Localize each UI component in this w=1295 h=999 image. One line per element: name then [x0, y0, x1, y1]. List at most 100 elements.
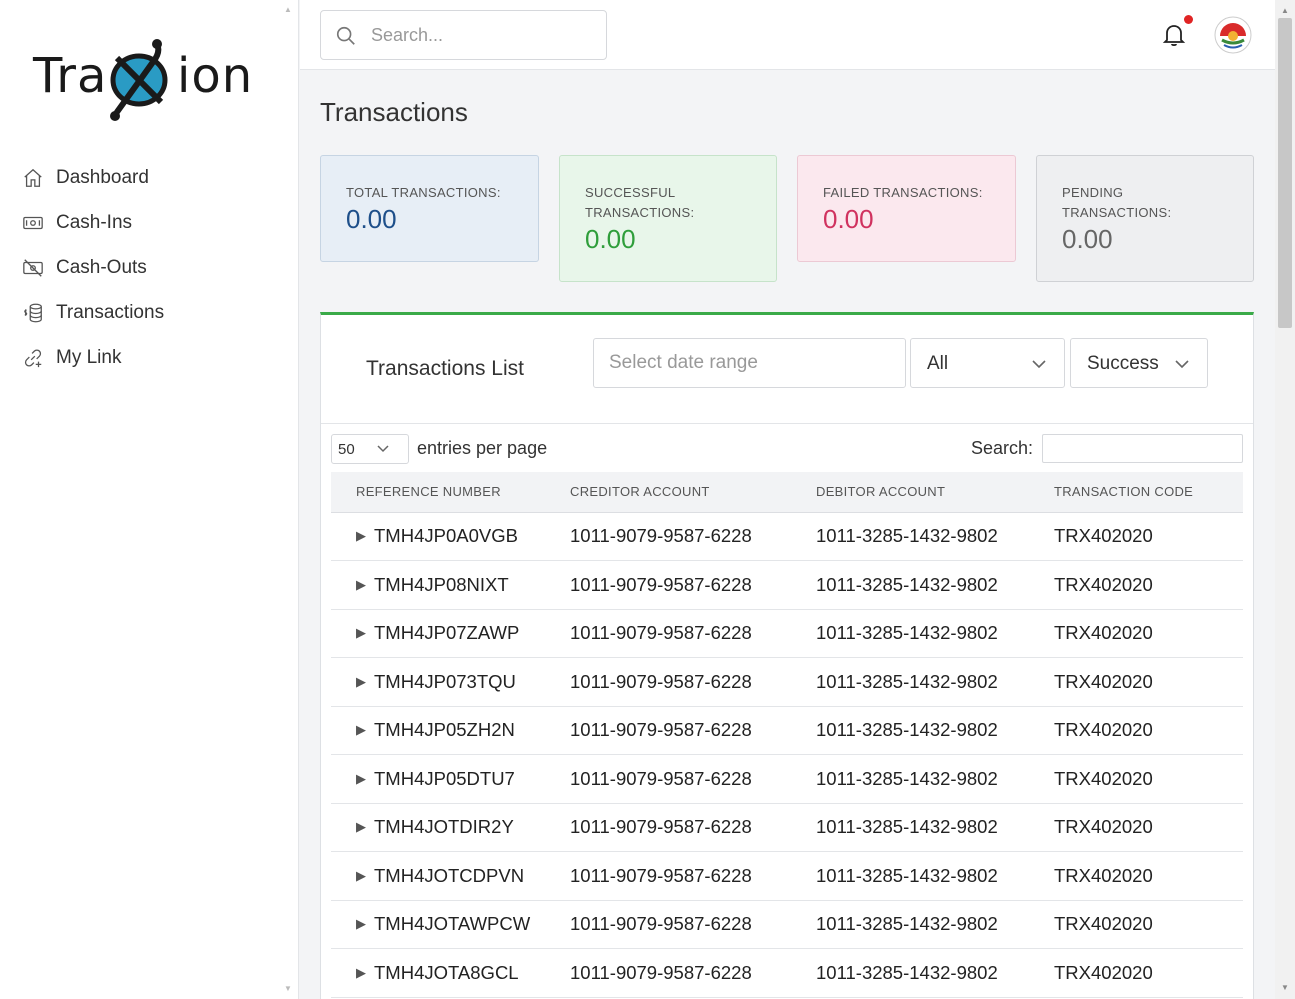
scroll-up-arrow[interactable]: ▲ — [1281, 6, 1289, 15]
table-cell-text: 1011-3285-1432-9802 — [816, 573, 998, 595]
status-filter-select[interactable]: Success — [1070, 338, 1208, 388]
stat-card-pending: PENDING TRANSACTIONS: 0.00 — [1036, 155, 1254, 282]
expand-row-icon[interactable]: ▶ — [356, 868, 366, 884]
table-cell: TRX402020 — [1054, 900, 1243, 949]
link-icon — [24, 348, 42, 367]
type-filter-value: All — [927, 353, 949, 374]
chevron-down-icon — [377, 445, 389, 453]
table-cell: 1011-9079-9587-6228 — [570, 851, 816, 901]
type-filter-select[interactable]: All — [910, 338, 1065, 388]
table-cell: TRX402020 — [1054, 754, 1243, 804]
stat-value: 0.00 — [585, 224, 636, 254]
column-header-creditor-account[interactable]: CREDITOR ACCOUNT — [570, 472, 816, 513]
table-cell-text: TRX402020 — [1054, 913, 1153, 935]
table-cell: 1011-9079-9587-6228 — [570, 706, 816, 755]
column-header-reference-number[interactable]: REFERENCE NUMBER — [331, 472, 570, 513]
table-row[interactable]: ▶ TMH4JP05ZH2N 1011-9079-9587-6228 1011-328… — [331, 706, 1243, 755]
sidebar-item-transactions[interactable]: Transactions — [0, 290, 299, 335]
expand-row-icon[interactable]: ▶ — [356, 819, 366, 835]
sidebar-scroll-down-arrow[interactable]: ▼ — [284, 984, 292, 993]
table-cell-text: TRX402020 — [1054, 767, 1153, 789]
page-scrollbar[interactable]: ▲ ▼ — [1275, 0, 1295, 999]
table-cell: ▶ TMH4JOTAWPCW — [331, 900, 570, 949]
table-header-row: REFERENCE NUMBER CREDITOR ACCOUNT DEBITO… — [331, 472, 1243, 513]
stat-label: FAILED TRANSACTIONS: — [823, 185, 983, 200]
stat-value: 0.00 — [823, 204, 874, 234]
table-cell-text: 1011-3285-1432-9802 — [816, 864, 998, 886]
bell-icon[interactable] — [1162, 22, 1186, 48]
expand-row-icon[interactable]: ▶ — [356, 674, 366, 690]
entries-value: 50 — [338, 441, 355, 458]
table-cell-text: TMH4JOTCDPVN — [374, 864, 525, 886]
column-header-debitor-account[interactable]: DEBITOR ACCOUNT — [816, 472, 1054, 513]
table-cell: ▶ TMH4JP05DTU7 — [331, 754, 570, 804]
page-title: Transactions — [320, 97, 468, 127]
table-cell-text: TRX402020 — [1054, 525, 1153, 547]
sidebar-item-cash-ins[interactable]: Cash-Ins — [0, 200, 299, 245]
table-cell: TRX402020 — [1054, 948, 1243, 998]
date-range-input[interactable] — [593, 338, 906, 388]
table-row[interactable]: ▶ TMH4JOTDIR2Y 1011-9079-9587-6228 1011-328… — [331, 803, 1243, 852]
cash-off-icon — [23, 258, 43, 277]
table-cell: 1011-3285-1432-9802 — [816, 754, 1054, 804]
table-row[interactable]: ▶ TMH4JP05DTU7 1011-9079-9587-6228 1011-328… — [331, 754, 1243, 804]
sidebar-item-cash-outs[interactable]: Cash-Outs — [0, 245, 299, 290]
logo[interactable]: Tra ion — [33, 38, 253, 122]
table-cell: 1011-9079-9587-6228 — [570, 512, 816, 561]
sidebar-item-label: Cash-Outs — [56, 256, 147, 278]
table-row[interactable]: ▶ TMH4JOTCDPVN 1011-9079-9587-6228 1011-328… — [331, 851, 1243, 901]
global-search[interactable] — [320, 10, 607, 60]
table-cell-text: 1011-9079-9587-6228 — [570, 913, 752, 935]
table-search-input[interactable] — [1042, 434, 1243, 463]
table-cell: ▶ TMH4JP0A0VGB — [331, 512, 570, 561]
sidebar-nav: Dashboard Cash-Ins Cash-Outs Transaction… — [0, 155, 299, 380]
table-cell: ▶ TMH4JOTCDPVN — [331, 851, 570, 901]
expand-row-icon[interactable]: ▶ — [356, 625, 366, 641]
table-cell-text: 1011-3285-1432-9802 — [816, 525, 998, 547]
transactions-panel: Transactions List All Success 50 entries… — [320, 312, 1254, 999]
expand-row-icon[interactable]: ▶ — [356, 528, 366, 544]
table-cell-text: 1011-9079-9587-6228 — [570, 767, 752, 789]
sidebar-item-my-link[interactable]: My Link — [0, 335, 299, 380]
table-cell-text: TMH4JOTDIR2Y — [374, 816, 514, 838]
table-cell-text: 1011-3285-1432-9802 — [816, 719, 998, 741]
expand-row-icon[interactable]: ▶ — [356, 577, 366, 593]
scrollbar-thumb[interactable] — [1278, 18, 1292, 328]
table-cell-text: TRX402020 — [1054, 719, 1153, 741]
table-cell: TRX402020 — [1054, 560, 1243, 610]
panel-title: Transactions List — [366, 357, 524, 380]
expand-row-icon[interactable]: ▶ — [356, 722, 366, 738]
table-cell-text: 1011-3285-1432-9802 — [816, 816, 998, 838]
table-cell: TRX402020 — [1054, 851, 1243, 901]
chevron-down-icon — [1175, 360, 1189, 369]
table-cell: 1011-9079-9587-6228 — [570, 948, 816, 998]
table-row[interactable]: ▶ TMH4JP07ZAWP 1011-9079-9587-6228 1011-328… — [331, 609, 1243, 658]
table-row[interactable]: ▶ TMH4JP073TQU 1011-9079-9587-6228 1011-328… — [331, 657, 1243, 707]
table-cell: 1011-9079-9587-6228 — [570, 803, 816, 852]
search-input[interactable] — [371, 21, 591, 49]
scroll-down-arrow[interactable]: ▼ — [1281, 983, 1289, 992]
expand-row-icon[interactable]: ▶ — [356, 771, 366, 787]
expand-row-icon[interactable]: ▶ — [356, 965, 366, 981]
table-cell: ▶ TMH4JOTA8GCL — [331, 948, 570, 998]
table-cell-text: 1011-9079-9587-6228 — [570, 961, 752, 983]
notification-badge — [1184, 15, 1193, 24]
table-row[interactable]: ▶ TMH4JOTAWPCW 1011-9079-9587-6228 1011-328… — [331, 900, 1243, 949]
stat-label: TOTAL TRANSACTIONS: — [346, 185, 501, 200]
table-row[interactable]: ▶ TMH4JP08NIXT 1011-9079-9587-6228 1011-328… — [331, 560, 1243, 610]
sidebar-item-dashboard[interactable]: Dashboard — [0, 155, 299, 200]
table-row[interactable]: ▶ TMH4JP0A0VGB 1011-9079-9587-6228 1011-328… — [331, 512, 1243, 561]
stat-card-failed: FAILED TRANSACTIONS: 0.00 — [797, 155, 1016, 262]
entries-label: entries per page — [417, 438, 548, 458]
stat-value: 0.00 — [1062, 224, 1113, 254]
avatar[interactable] — [1214, 16, 1252, 54]
sidebar-scroll-up-arrow[interactable]: ▲ — [284, 5, 292, 14]
expand-row-icon[interactable]: ▶ — [356, 916, 366, 932]
table-cell-text: TMH4JP07ZAWP — [374, 622, 520, 644]
table-cell: 1011-9079-9587-6228 — [570, 609, 816, 658]
table-cell-text: TRX402020 — [1054, 961, 1153, 983]
column-header-transaction-code[interactable]: TRANSACTION CODE — [1054, 472, 1243, 513]
table-row[interactable]: ▶ TMH4JOTA8GCL 1011-9079-9587-6228 1011-328… — [331, 948, 1243, 998]
sidebar-item-label: Dashboard — [56, 166, 149, 188]
entries-per-page-select[interactable]: 50 — [331, 434, 409, 464]
